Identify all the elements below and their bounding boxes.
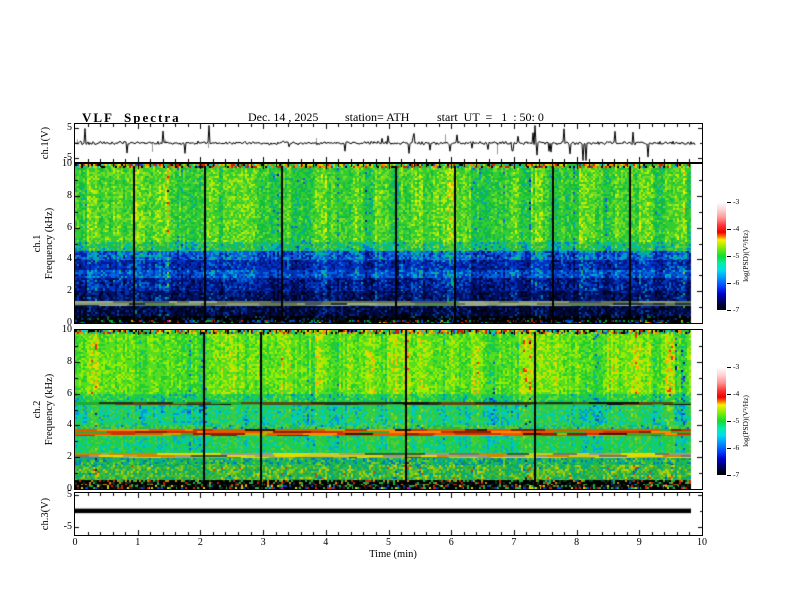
colorbar-tick-mark <box>727 310 731 311</box>
colorbar-tick-label: -5 <box>733 251 740 260</box>
colorbar-tick-mark <box>727 421 731 422</box>
x-tick-label: 5 <box>386 537 391 548</box>
x-tick-label: 0 <box>72 537 78 548</box>
colorbar-tick-label: -4 <box>733 389 740 398</box>
x-tick-label: 1 <box>135 537 141 548</box>
y-tick-label: 4 <box>67 419 72 431</box>
colorbar-ch2-gradient <box>717 367 726 475</box>
x-axis-title: Time (min) <box>369 549 417 560</box>
colorbar-tick-label: -5 <box>733 416 740 425</box>
colorbar-tick-label: -4 <box>733 224 740 233</box>
x-tick-label: 7 <box>511 537 517 548</box>
colorbar-tick-mark <box>727 475 731 476</box>
x-tick-label: 6 <box>448 537 454 548</box>
colorbar-tick-mark <box>727 283 731 284</box>
y-tick-label: 5 <box>67 122 72 134</box>
y-tick-label: 2 <box>67 451 72 463</box>
colorbar-tick-label: -6 <box>733 278 740 287</box>
x-tick-label: 10 <box>697 537 707 548</box>
ch1-waveform-panel <box>74 123 703 163</box>
colorbar-tick-mark <box>727 256 731 257</box>
ch2-label-line1: ch.2 <box>32 400 43 419</box>
colorbar-tick-mark <box>727 202 731 203</box>
ch2-spectrogram-canvas <box>75 330 702 489</box>
colorbar-tick-label: -3 <box>733 362 740 371</box>
y-tick-label: 5 <box>67 488 72 500</box>
ch2-spectrogram-panel <box>74 329 703 490</box>
colorbar-tick-label: -7 <box>733 470 740 479</box>
x-tick-label: 3 <box>260 537 266 548</box>
ch1-spectrogram-panel <box>74 163 703 324</box>
y-tick-label: 8 <box>67 189 72 201</box>
y-tick-label: 4 <box>67 253 72 265</box>
colorbar-tick-mark <box>727 448 731 449</box>
y-tick-label: 10 <box>62 324 72 335</box>
ch1-spectrogram-canvas <box>75 164 702 323</box>
ch1-label-line1: ch.1 <box>32 234 43 253</box>
ch1-waveform-canvas <box>75 124 702 162</box>
y-tick-label: 6 <box>67 221 72 233</box>
ch3-waveform-canvas <box>75 493 702 535</box>
y-tick-label: 2 <box>67 285 72 297</box>
colorbar-tick-mark <box>727 367 731 368</box>
colorbar-ch2-label: log(PSD)(V²/Hz) <box>741 395 750 447</box>
colorbar-ch1-label: log(PSD)(V²/Hz) <box>741 230 750 282</box>
ch1-frequency-axis-label: ch.1 Frequency (kHz) <box>32 164 56 323</box>
x-tick-label: 2 <box>197 537 203 548</box>
y-tick-label: -5 <box>63 151 72 163</box>
ch3-waveform-panel <box>74 492 703 536</box>
vlf-spectra-figure: VLF Spectra Dec. 14 , 2025 station= ATH … <box>0 0 792 612</box>
frequency-khz-label-1: Frequency (kHz) <box>44 207 55 280</box>
frequency-khz-label-2: Frequency (kHz) <box>44 373 55 446</box>
colorbar-ch1-gradient <box>717 202 726 310</box>
y-tick-label: -5 <box>63 520 72 532</box>
x-tick-label: 9 <box>636 537 642 548</box>
y-tick-label: 6 <box>67 387 72 399</box>
colorbar-tick-mark <box>727 394 731 395</box>
colorbar-tick-label: -7 <box>733 305 740 314</box>
x-tick-label: 8 <box>574 537 580 548</box>
colorbar-tick-mark <box>727 229 731 230</box>
ch2-frequency-axis-label: ch.2 Frequency (kHz) <box>32 330 56 489</box>
colorbar-tick-label: -6 <box>733 443 740 452</box>
x-tick-label: 4 <box>323 537 329 548</box>
y-tick-label: 8 <box>67 355 72 367</box>
colorbar-tick-label: -3 <box>733 197 740 206</box>
